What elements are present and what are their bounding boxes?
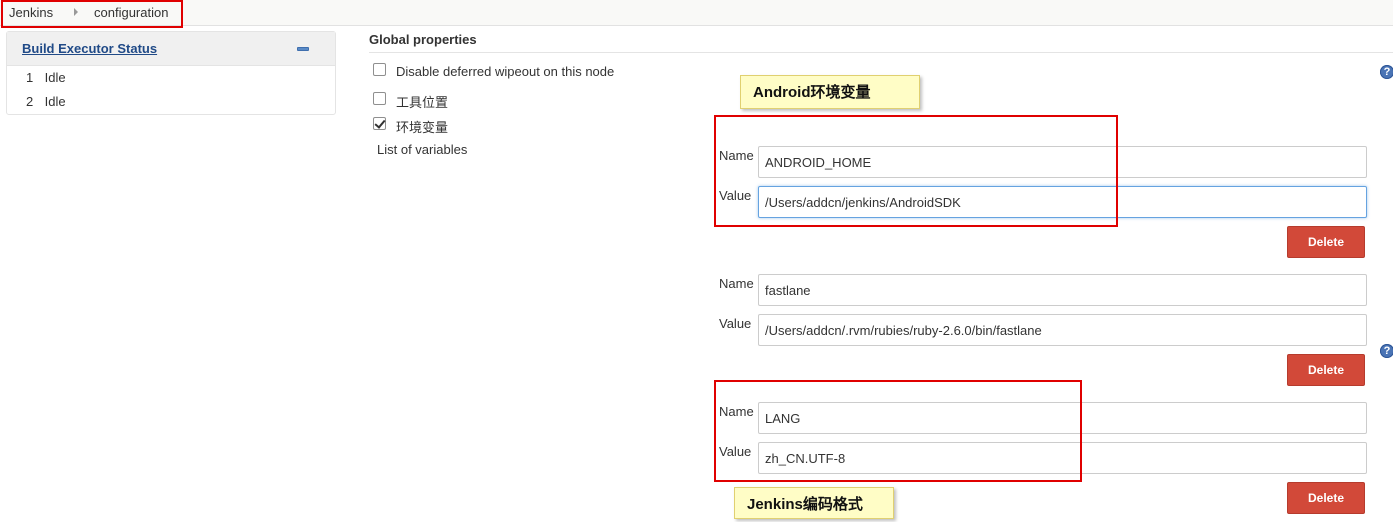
variable-value-input[interactable]	[758, 442, 1367, 474]
delete-variable-button[interactable]: Delete	[1287, 482, 1365, 514]
list-of-variables-label: List of variables	[377, 142, 468, 157]
callout-android-env: Android环境变量	[740, 75, 920, 109]
executor-panel: Build Executor Status 1 Idle 2 Idle	[6, 31, 336, 115]
callout-jenkins-encoding: Jenkins编码格式	[734, 487, 894, 519]
variable-value-label: Value	[719, 188, 752, 203]
executor-status: Idle	[44, 70, 66, 85]
executor-status: Idle	[44, 94, 66, 109]
variable-name-label: Name	[719, 148, 754, 163]
breadcrumb: Jenkins configuration	[0, 0, 1393, 26]
breadcrumb-item-configuration[interactable]: configuration	[94, 5, 168, 20]
variable-value-input[interactable]	[758, 186, 1367, 218]
disable-wipeout-checkbox[interactable]	[373, 63, 386, 76]
variable-value-input[interactable]	[758, 314, 1367, 346]
executor-number: 2	[26, 94, 34, 109]
executor-panel-header: Build Executor Status	[7, 32, 335, 66]
variable-value-label: Value	[719, 444, 752, 459]
delete-variable-button[interactable]: Delete	[1287, 354, 1365, 386]
disable-wipeout-label: Disable deferred wipeout on this node	[396, 64, 615, 79]
section-title: Global properties	[369, 32, 477, 47]
executor-panel-title[interactable]: Build Executor Status	[22, 41, 157, 56]
section-divider	[369, 52, 1393, 53]
tool-locations-checkbox[interactable]	[373, 92, 386, 105]
executor-row: 2 Idle	[26, 94, 66, 109]
delete-variable-button[interactable]: Delete	[1287, 226, 1365, 258]
help-icon[interactable]: ?	[1380, 65, 1393, 79]
tool-locations-label: 工具位置	[396, 95, 449, 110]
variable-name-input[interactable]	[758, 146, 1367, 178]
breadcrumb-item-jenkins[interactable]: Jenkins	[9, 5, 53, 20]
variable-value-label: Value	[719, 316, 752, 331]
variable-name-input[interactable]	[758, 402, 1367, 434]
executor-number: 1	[26, 70, 34, 85]
collapse-icon[interactable]	[297, 47, 309, 51]
variable-name-label: Name	[719, 404, 754, 419]
help-icon[interactable]: ?	[1380, 344, 1393, 358]
variable-name-input[interactable]	[758, 274, 1367, 306]
env-vars-checkbox[interactable]	[373, 117, 386, 130]
env-vars-label: 环境变量	[396, 120, 449, 135]
breadcrumb-separator-icon	[74, 8, 78, 16]
executor-row: 1 Idle	[26, 70, 66, 85]
variable-name-label: Name	[719, 276, 754, 291]
